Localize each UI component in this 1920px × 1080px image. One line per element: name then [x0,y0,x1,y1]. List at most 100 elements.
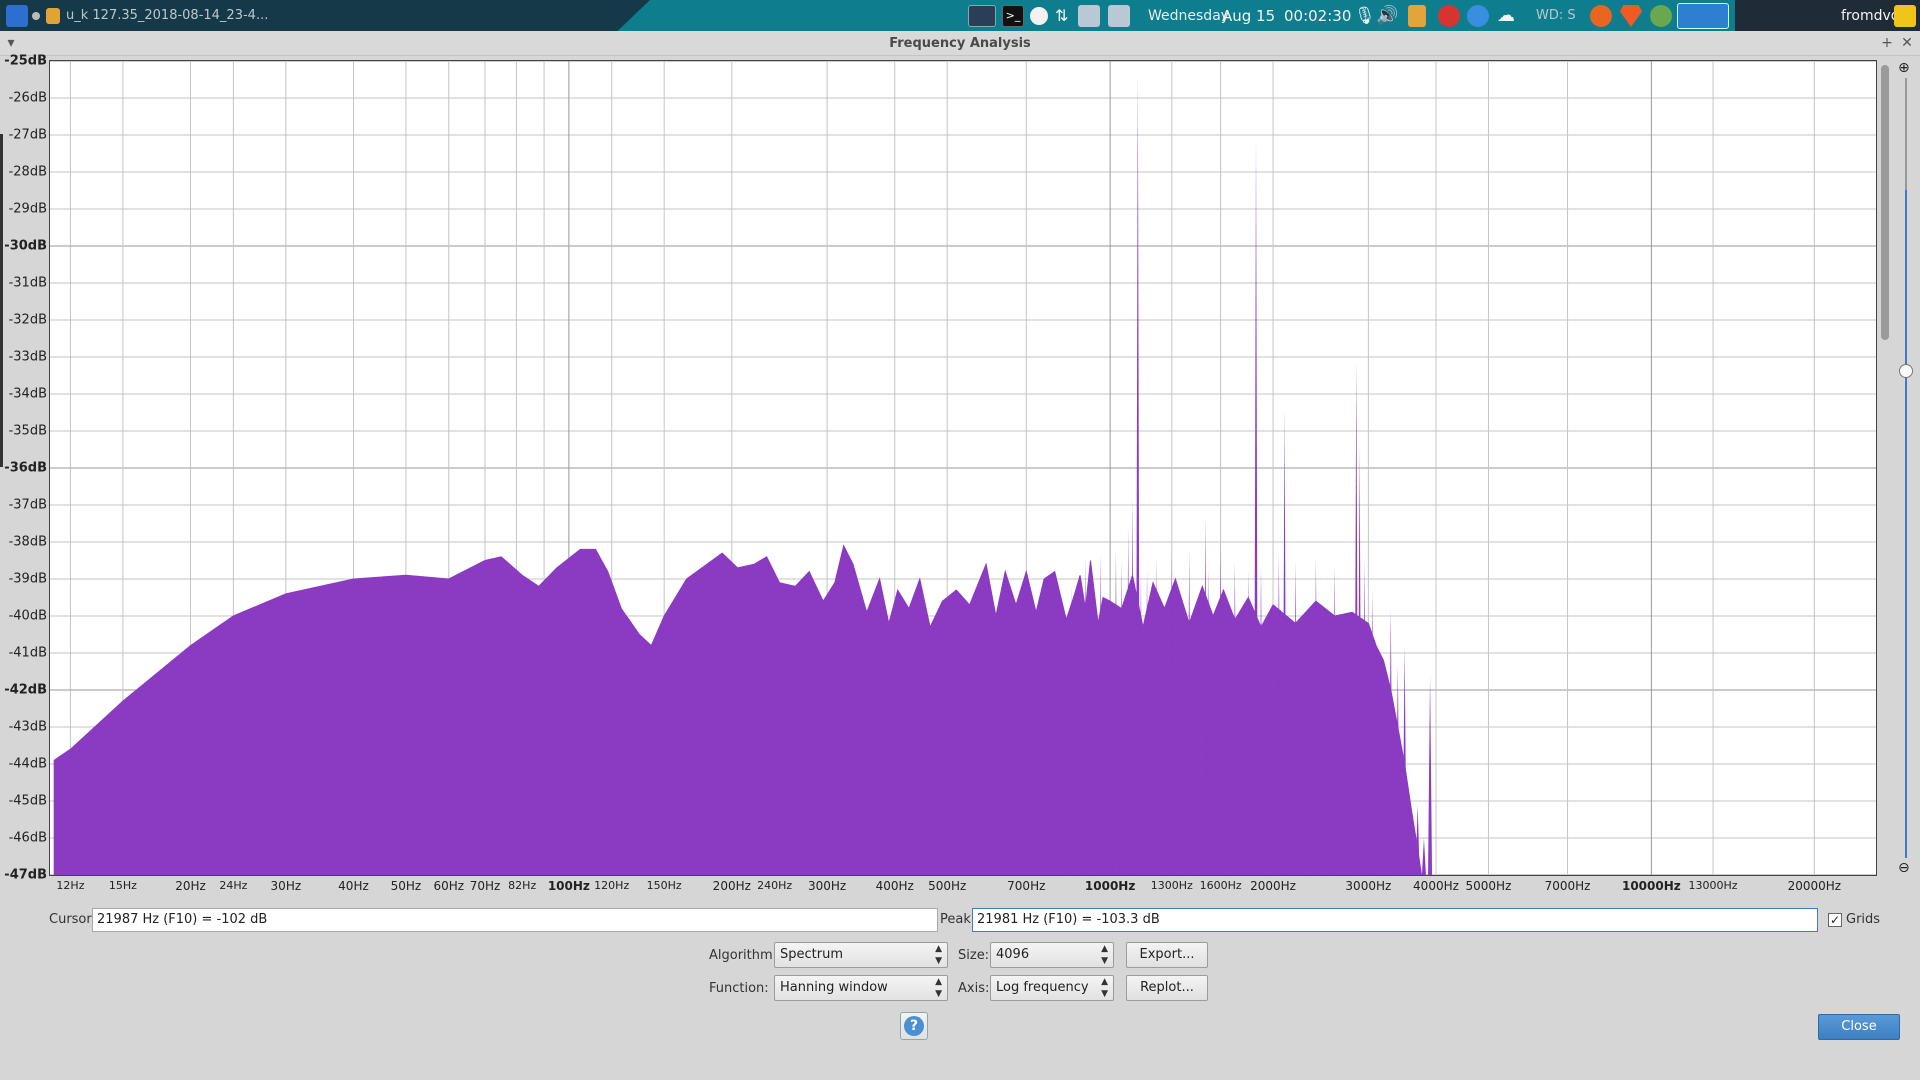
peak-readout[interactable]: 21981 Hz (F10) = -103.3 dB [972,908,1818,932]
zoom-in-icon[interactable]: ⊕ [1898,60,1910,76]
x-tick-label: 3000Hz [1345,879,1392,893]
zoom-knob[interactable] [1899,364,1913,378]
export-button[interactable]: Export... [1126,942,1208,968]
active-task-title[interactable]: u_k 127.35_2018-08-14_23-4... [66,0,268,31]
y-tick-label: -27dB [8,127,47,143]
y-axis-marker [0,134,3,467]
clock-app-icon[interactable] [1030,7,1048,25]
x-tick-label: 700Hz [1007,879,1046,893]
y-tick-label: -25dB [4,53,47,69]
cursor-readout[interactable]: 21987 Hz (F10) = -102 dB [92,908,938,932]
x-tick-label: 30Hz [270,879,302,893]
x-tick-label: 100Hz [547,879,590,893]
window-titlebar[interactable]: ▾ Frequency Analysis + ✕ [0,31,1920,56]
spectrum-plot[interactable] [49,60,1877,876]
globe-icon[interactable] [1650,5,1672,27]
help-button[interactable]: ? [900,1012,928,1040]
y-tick-label: -34dB [8,386,47,402]
peak-label: Peak: [940,912,976,927]
updown-arrows-icon[interactable]: ⇅ [1055,0,1068,31]
y-tick-label: -46dB [8,830,47,846]
y-tick-label: -40dB [8,608,47,624]
y-tick-label: -35dB [8,423,47,439]
weather-cloud-icon[interactable]: ☁ [1497,0,1515,31]
size-value: 4096 [996,947,1030,962]
brave-icon[interactable] [1620,5,1642,27]
close-window-button[interactable]: ✕ [1898,34,1916,52]
y-tick-label: -29dB [8,201,47,217]
clock-time[interactable]: 00:02:30 [1284,0,1351,31]
grids-checkbox[interactable]: ✓ [1828,913,1842,927]
weather-text[interactable]: WD: S [1536,0,1576,31]
app-menu-icon[interactable] [6,5,28,27]
pager-dot-icon[interactable] [32,12,40,20]
home-folder-icon[interactable] [1078,5,1100,27]
algorithm-label: Algorithm: [709,948,778,963]
y-tick-label: -37dB [8,497,47,513]
folder-icon[interactable] [1108,5,1130,27]
x-tick-label: 15Hz [108,879,137,892]
x-tick-label: 60Hz [433,879,465,893]
x-tick-label: 400Hz [875,879,914,893]
y-tick-label: -42dB [4,682,47,698]
audacity-task-icon [46,8,60,24]
x-tick-label: 10000Hz [1621,879,1681,893]
cursor-label: Cursor: [49,912,96,927]
x-tick-label: 200Hz [712,879,751,893]
y-tick-label: -32dB [8,312,47,328]
size-select[interactable]: 4096 ▲ ▼ [990,942,1114,968]
x-tick-label: 7000Hz [1544,879,1591,893]
volume-icon[interactable]: 🔊 [1376,0,1398,31]
x-tick-label: 2000Hz [1250,879,1296,893]
x-tick-label: 24Hz [219,879,248,892]
x-tick-label: 1600Hz [1199,879,1242,892]
y-axis: -25dB -26dB -27dB -28dB -29dB -30dB -31dB -32dB… [0,25,50,883]
x-tick-label: 70Hz [469,879,501,893]
zoom-slider[interactable]: ⊕ ⊖ [1896,60,1916,880]
axis-select[interactable]: Log frequency ▲ ▼ [990,975,1114,1001]
x-tick-label: 40Hz [338,879,369,893]
function-select[interactable]: Hanning window ▲ ▼ [774,975,948,1001]
terminal-icon[interactable]: >_ [1002,5,1024,27]
spectrum-peak [1135,72,1140,875]
axis-label: Axis: [958,981,990,996]
x-tick-label: 20Hz [175,879,206,893]
y-tick-label: -45dB [8,793,47,809]
pin-button[interactable]: + [1878,34,1896,52]
scrollbar-thumb[interactable] [1881,65,1889,340]
x-tick-label: 20000Hz [1787,879,1842,893]
spectrum-peak [1254,138,1259,875]
x-tick-label: 120Hz [594,879,630,892]
y-tick-label: -33dB [8,349,47,365]
microphone-icon[interactable]: 🎙 [1354,0,1376,31]
top-panel: u_k 127.35_2018-08-14_23-4... >_ ⇅ Wedne… [0,0,1920,31]
x-tick-label: 1000Hz [1084,879,1136,893]
notification-icon[interactable] [1894,5,1916,27]
x-tick-label: 50Hz [390,879,422,893]
plot-vertical-scrollbar[interactable] [1878,60,1892,876]
spectrum-peak [1421,838,1426,875]
y-tick-label: -43dB [8,719,47,735]
help-icon: ? [904,1016,924,1036]
axis-value: Log frequency [996,980,1089,995]
y-tick-label: -47dB [4,867,47,883]
x-axis: 12Hz 15Hz 20Hz 24Hz 30Hz 40Hz 50Hz 60Hz 70Hz 82Hz… [49,876,1877,900]
user-name[interactable]: fromdvd [1841,0,1900,31]
algorithm-select[interactable]: Spectrum ▲ ▼ [774,942,948,968]
y-tick-label: -28dB [8,164,47,180]
refresh-icon[interactable] [1467,5,1489,27]
firefox-icon[interactable] [1590,5,1612,27]
power-icon[interactable] [1438,5,1460,27]
spectrum-peak [1428,675,1433,875]
x-tick-label: 82Hz [508,879,537,892]
replot-button[interactable]: Replot... [1126,975,1208,1001]
desktop-icon[interactable] [968,5,996,27]
lock-icon[interactable] [1408,5,1426,27]
spectrum-svg[interactable] [50,61,1876,875]
y-tick-label: -31dB [8,275,47,291]
audacity-taskbar-button[interactable] [1677,3,1729,29]
zoom-out-icon[interactable]: ⊖ [1898,860,1910,876]
x-tick-label: 5000Hz [1465,879,1512,893]
window-title: Frequency Analysis [889,36,1031,51]
close-button[interactable]: Close [1818,1014,1900,1040]
